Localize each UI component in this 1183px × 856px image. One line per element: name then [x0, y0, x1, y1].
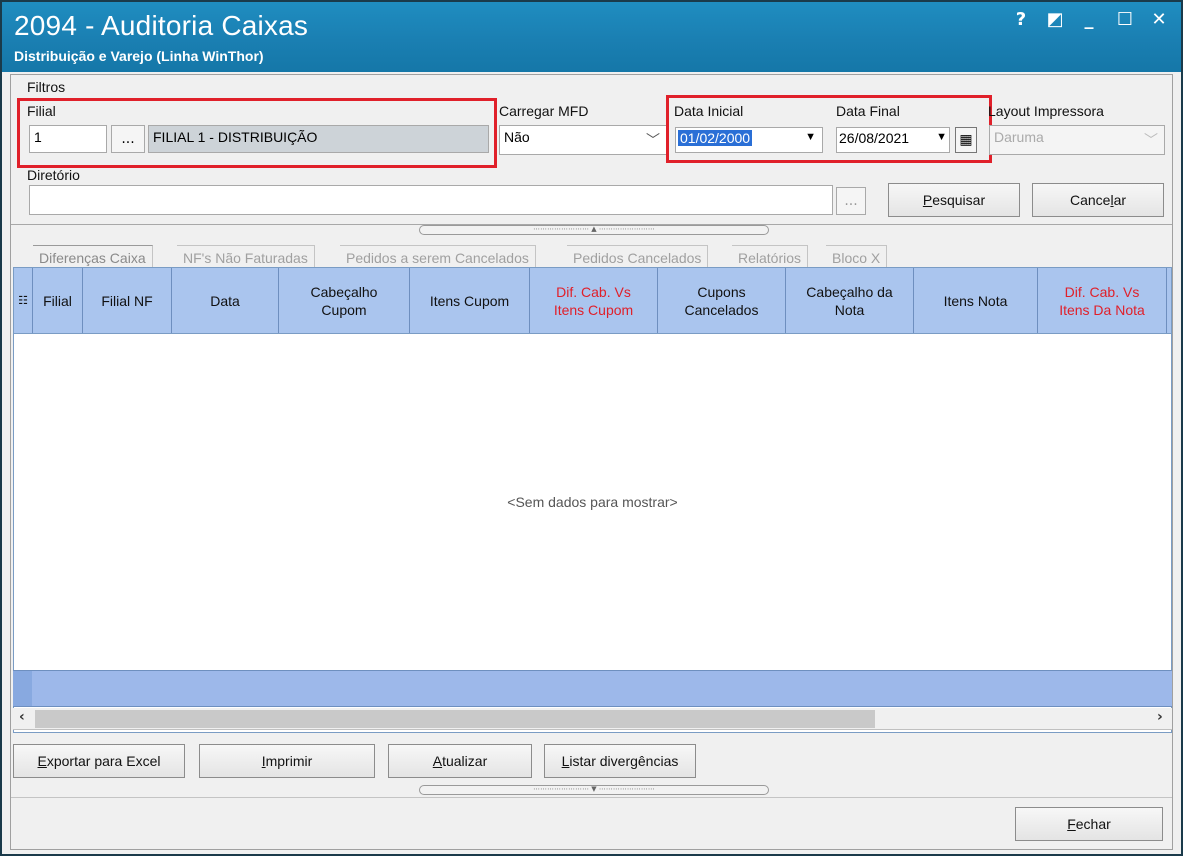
help-icon[interactable]: ? — [1008, 8, 1034, 32]
fechar-button[interactable]: Fechar — [1015, 807, 1163, 841]
grid-footer-indicator — [13, 671, 32, 706]
column-chooser-icon[interactable]: ☷ — [14, 268, 33, 333]
close-icon[interactable]: ✕ — [1146, 8, 1172, 32]
highlight-dates — [666, 95, 992, 163]
cancelar-text-b: ar — [1113, 192, 1127, 208]
layout-impressora-label: Layout Impressora — [988, 103, 1104, 119]
carregar-mfd-select[interactable]: Não ﹀ — [499, 125, 667, 155]
splitter-collapse-up[interactable]: ⋯⋯⋯⋯⋯⋯⋯⋯ ▲ ⋯⋯⋯⋯⋯⋯⋯⋯ — [419, 225, 769, 235]
splitter-collapse-down[interactable]: ⋯⋯⋯⋯⋯⋯⋯⋯ ▼ ⋯⋯⋯⋯⋯⋯⋯⋯ — [419, 785, 769, 795]
window-subtitle: Distribuição e Varejo (Linha WinThor) — [14, 48, 264, 64]
fechar-hotkey: F — [1067, 816, 1076, 832]
exportar-excel-button[interactable]: Exportar para Excel — [13, 744, 185, 778]
pesquisar-hotkey: P — [922, 192, 933, 208]
carregar-mfd-value: Não — [504, 129, 530, 145]
atualizar-button[interactable]: Atualizar — [388, 744, 532, 778]
listar-divergencias-button[interactable]: Listar divergências — [544, 744, 696, 778]
atualizar-text: tualizar — [442, 753, 488, 769]
horizontal-scrollbar[interactable]: ‹ › — [13, 708, 1172, 730]
column-header-cupons-cancelados[interactable]: Cupons Cancelados — [658, 268, 786, 333]
imprimir-text: mprimir — [265, 753, 313, 769]
empty-grid-message: <Sem dados para mostrar> — [507, 494, 678, 510]
listar-text: istar divergências — [569, 753, 679, 769]
imprimir-button[interactable]: Imprimir — [199, 744, 375, 778]
highlight-filial — [17, 98, 497, 168]
column-header-dif-cab-itens-cupom[interactable]: Dif. Cab. Vs Itens Cupom — [530, 268, 658, 333]
exportar-text: xportar para Excel — [46, 753, 161, 769]
minimize-icon[interactable]: _ — [1076, 8, 1102, 32]
cancelar-text-a: Cance — [1069, 192, 1111, 208]
filters-group-label: Filtros — [27, 79, 66, 95]
scroll-left-icon[interactable]: ‹ — [19, 709, 25, 725]
restore-layout-icon[interactable]: ◩ — [1042, 8, 1068, 32]
atualizar-hotkey: A — [432, 753, 443, 769]
pesquisar-text: esquisar — [932, 192, 986, 208]
pesquisar-button[interactable]: Pesquisar — [888, 183, 1020, 217]
column-header-filial-nf[interactable]: Filial NF — [83, 268, 172, 333]
bottom-divider — [11, 797, 1172, 798]
scrollbar-thumb[interactable] — [35, 710, 875, 728]
diretorio-lookup-button[interactable]: ... — [836, 187, 866, 215]
maximize-icon[interactable]: ☐ — [1112, 8, 1138, 32]
main-window: 2094 - Auditoria Caixas Distribuição e V… — [0, 0, 1183, 856]
column-header-filial[interactable]: Filial — [33, 268, 83, 333]
layout-impressora-select: Daruma ﹀ — [989, 125, 1165, 155]
layout-impressora-value: Daruma — [994, 129, 1044, 145]
window-title: 2094 - Auditoria Caixas — [14, 10, 309, 41]
diretorio-input[interactable] — [29, 185, 833, 215]
title-bar: 2094 - Auditoria Caixas Distribuição e V… — [2, 2, 1181, 72]
content-area: Filtros Filial 1 ... FILIAL 1 - DISTRIBU… — [10, 74, 1173, 850]
carregar-mfd-label: Carregar MFD — [499, 103, 589, 119]
column-header-dif-cab-itens-nota[interactable]: Dif. Cab. Vs Itens Da Nota — [1038, 268, 1167, 333]
exportar-hotkey: E — [37, 753, 47, 769]
column-header-cabecalho-cupom[interactable]: Cabeçalho Cupom — [279, 268, 410, 333]
data-grid[interactable]: ☷ Filial Filial NF Data Cabeçalho Cupom … — [13, 267, 1172, 733]
column-header-itens-cupom[interactable]: Itens Cupom — [410, 268, 530, 333]
scroll-right-icon[interactable]: › — [1157, 709, 1163, 725]
fechar-text: echar — [1075, 816, 1111, 832]
grid-header: ☷ Filial Filial NF Data Cabeçalho Cupom … — [14, 268, 1171, 334]
grid-footer — [13, 670, 1172, 707]
column-header-cabecalho-nota[interactable]: Cabeçalho da Nota — [786, 268, 914, 333]
chevron-down-icon: ﹀ — [646, 132, 660, 148]
diretorio-label: Diretório — [27, 167, 80, 183]
cancelar-button[interactable]: Cancelar — [1032, 183, 1164, 217]
chevron-down-icon: ﹀ — [1144, 132, 1158, 148]
column-header-data[interactable]: Data — [172, 268, 279, 333]
column-header-itens-nota[interactable]: Itens Nota — [914, 268, 1038, 333]
